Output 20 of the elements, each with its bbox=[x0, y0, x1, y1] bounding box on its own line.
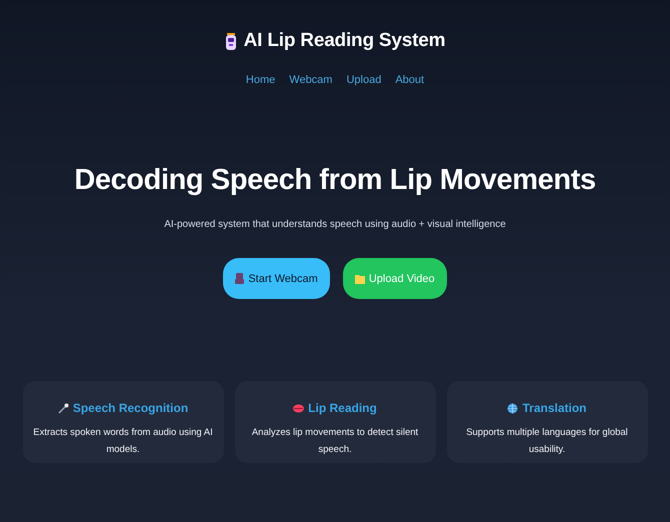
hero-subtitle: AI-powered system that understands speech using audio + visual intelligence bbox=[164, 219, 506, 230]
camera-icon bbox=[235, 273, 244, 284]
microphone-icon bbox=[58, 402, 69, 414]
feature-description: Analyzes lip movements to detect silent speech. bbox=[250, 426, 420, 457]
feature-title-text: Translation bbox=[522, 401, 586, 415]
start-webcam-button[interactable]: Start Webcam bbox=[223, 258, 330, 299]
nav-link[interactable]: Upload bbox=[346, 74, 382, 86]
site-title-text: AI Lip Reading System bbox=[244, 30, 446, 52]
robot-icon bbox=[224, 32, 237, 50]
folder-icon bbox=[354, 274, 365, 284]
lips-icon bbox=[293, 404, 304, 412]
globe-icon bbox=[507, 402, 518, 414]
feature-description: Supports multiple languages for global usability. bbox=[465, 426, 629, 457]
nav-link[interactable]: Webcam bbox=[289, 74, 332, 86]
nav-link[interactable]: About bbox=[395, 74, 424, 86]
feature-description: Extracts spoken words from audio using AI models. bbox=[32, 426, 214, 457]
feature-title-text: Lip Reading bbox=[308, 401, 377, 415]
hero-heading: Decoding Speech from Lip Movements bbox=[74, 164, 596, 197]
nav-link[interactable]: Home bbox=[246, 74, 276, 86]
feature-title-text: Speech Recognition bbox=[72, 401, 188, 415]
